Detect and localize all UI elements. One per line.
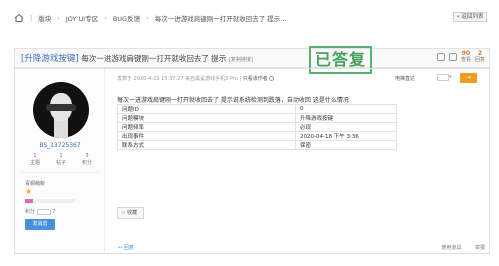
replies-label: 回复 xyxy=(474,57,485,63)
table-cell-key: 问题频率 xyxy=(117,122,296,132)
jump-to-floor-label: 电梯直达 xyxy=(395,76,416,82)
level-progress-fill xyxy=(25,199,33,203)
post-first-line: 每次一进游戏肩键刚一打开就收回去了 提示说系统检测到跌落，自动收回 这是什么情况 xyxy=(117,97,349,104)
points-label: 积分 xyxy=(25,209,36,215)
views-stat: 90 查看 xyxy=(460,51,471,64)
reply-label: 回复 xyxy=(123,245,134,251)
breadcrumb-item-joyui[interactable]: JOY UI专区 xyxy=(66,13,98,23)
author-rank: 青铜萌新 xyxy=(25,181,46,187)
table-row: 问题ID 0 xyxy=(117,104,397,114)
author-sidebar: BS_13725367 1 主题 1 帖子 3 积分 青铜萌新 ★ 积分 7 发消息 xyxy=(15,69,105,253)
level-progress-bar xyxy=(25,199,75,203)
chevron-down-icon[interactable]: ▾ xyxy=(449,74,455,81)
table-row: 问题模块 升降游戏按键 xyxy=(117,113,397,123)
author-posts[interactable]: 1 帖子 xyxy=(49,153,73,167)
use-props-link[interactable]: 使用道具 xyxy=(441,245,461,251)
star-outline-icon: ☆ xyxy=(121,210,126,216)
author-topics[interactable]: 1 主题 xyxy=(23,153,47,167)
table-row: 问题频率 必现 xyxy=(117,122,397,132)
table-cell-value: 2020-04-18 下午 3:36 xyxy=(295,131,397,141)
report-link[interactable]: 举报 xyxy=(475,245,485,251)
post-body: 发表于 2020-4-23 15:37:27 来自黑鲨游戏手机3 Pro | 只… xyxy=(106,69,489,253)
breadcrumb-separator: | xyxy=(30,14,33,22)
post-date: 发表于 2020-4-23 15:37:27 来自黑鲨游戏手机3 Pro xyxy=(117,76,238,82)
author-stats: 1 主题 1 帖子 3 积分 xyxy=(23,153,99,167)
jump-go-button[interactable]: → xyxy=(460,73,477,83)
table-cell-value: 必现 xyxy=(295,122,397,132)
thread-title-bar: [升降游戏按键] 每次一进游戏肩键刚一打开就收回去了 提示 [复制链接] xyxy=(14,48,490,68)
points-box xyxy=(36,208,51,215)
post-actions: 使用道具 举报 xyxy=(429,244,485,251)
thread-title: [升降游戏按键] 每次一进游戏肩键刚一打开就收回去了 提示 [复制链接] xyxy=(21,52,253,64)
views-label: 查看 xyxy=(460,57,471,63)
thread-stats: 90 查看 2 回复 xyxy=(436,51,485,64)
reply-icon: ↩ xyxy=(118,245,123,251)
send-message-button[interactable]: 发消息 xyxy=(25,219,55,230)
back-to-list-button[interactable]: « 返回列表 xyxy=(453,12,487,22)
favorite-label: 收藏 xyxy=(127,210,138,216)
table-row: 出现事件 2020-04-18 下午 3:36 xyxy=(117,131,397,141)
replies-stat: 2 回复 xyxy=(474,51,485,64)
floor-number-input[interactable] xyxy=(437,74,449,81)
table-cell-key: 出现事件 xyxy=(117,131,296,141)
breadcrumb-separator: › xyxy=(104,14,107,22)
thread-title-prefix[interactable]: [升降游戏按键] xyxy=(21,54,79,64)
print-icon[interactable] xyxy=(436,53,445,61)
points-value: 7 xyxy=(52,209,56,215)
author-points: 积分 7 xyxy=(25,208,55,215)
author-credits[interactable]: 3 积分 xyxy=(75,153,99,167)
only-author-link[interactable]: 只看该作者 xyxy=(243,76,268,82)
home-icon[interactable] xyxy=(14,13,24,22)
table-cell-key: 问题模块 xyxy=(117,113,296,123)
table-cell-key: 联系方式 xyxy=(117,140,296,150)
breadcrumb-item-bug[interactable]: BUG反馈 xyxy=(113,13,140,23)
table-cell-value: 升降游戏按键 xyxy=(295,113,397,123)
breadcrumb-item-current[interactable]: 每次一进游戏肩键刚一打开就收回去了 提示... xyxy=(155,13,287,23)
post-container: BS_13725367 1 主题 1 帖子 3 积分 青铜萌新 ★ 积分 7 发消息 … xyxy=(14,68,490,254)
vr-headset-icon xyxy=(46,104,76,111)
share-icon[interactable] xyxy=(448,53,457,61)
settings-icon[interactable] xyxy=(269,76,275,81)
table-cell-value: 0 xyxy=(295,104,397,114)
divider xyxy=(21,172,99,173)
star-icon: ★ xyxy=(25,187,33,196)
copy-link-button[interactable]: [复制链接] xyxy=(229,57,253,63)
breadcrumb-separator: › xyxy=(57,14,60,22)
avatar[interactable] xyxy=(33,82,89,138)
author-name[interactable]: BS_13725367 xyxy=(15,142,105,149)
breadcrumb-item-forum[interactable]: 版块 xyxy=(38,13,51,23)
table-cell-key: 问题ID xyxy=(117,104,296,114)
breadcrumb: | 版块 › JOY UI专区 › BUG反馈 › 每次一进游戏肩键刚一打开就收… xyxy=(14,11,286,25)
breadcrumb-separator: › xyxy=(146,14,149,22)
issue-info-table: 问题ID 0 问题模块 升降游戏按键 问题频率 必现 出现事件 2020-04-18 下午 3… xyxy=(117,104,397,150)
thread-title-text: 每次一进游戏肩键刚一打开就收回去了 提示 xyxy=(81,54,227,63)
table-cell-value: 保密 xyxy=(295,140,397,150)
favorite-button[interactable]: ☆ 收藏 xyxy=(117,207,144,219)
reply-button[interactable]: ↩ 回复 xyxy=(118,244,134,251)
table-row: 联系方式 保密 xyxy=(117,140,397,150)
post-meta: 发表于 2020-4-23 15:37:27 来自黑鲨游戏手机3 Pro | 只… xyxy=(117,75,275,82)
meta-separator: | xyxy=(239,76,242,82)
